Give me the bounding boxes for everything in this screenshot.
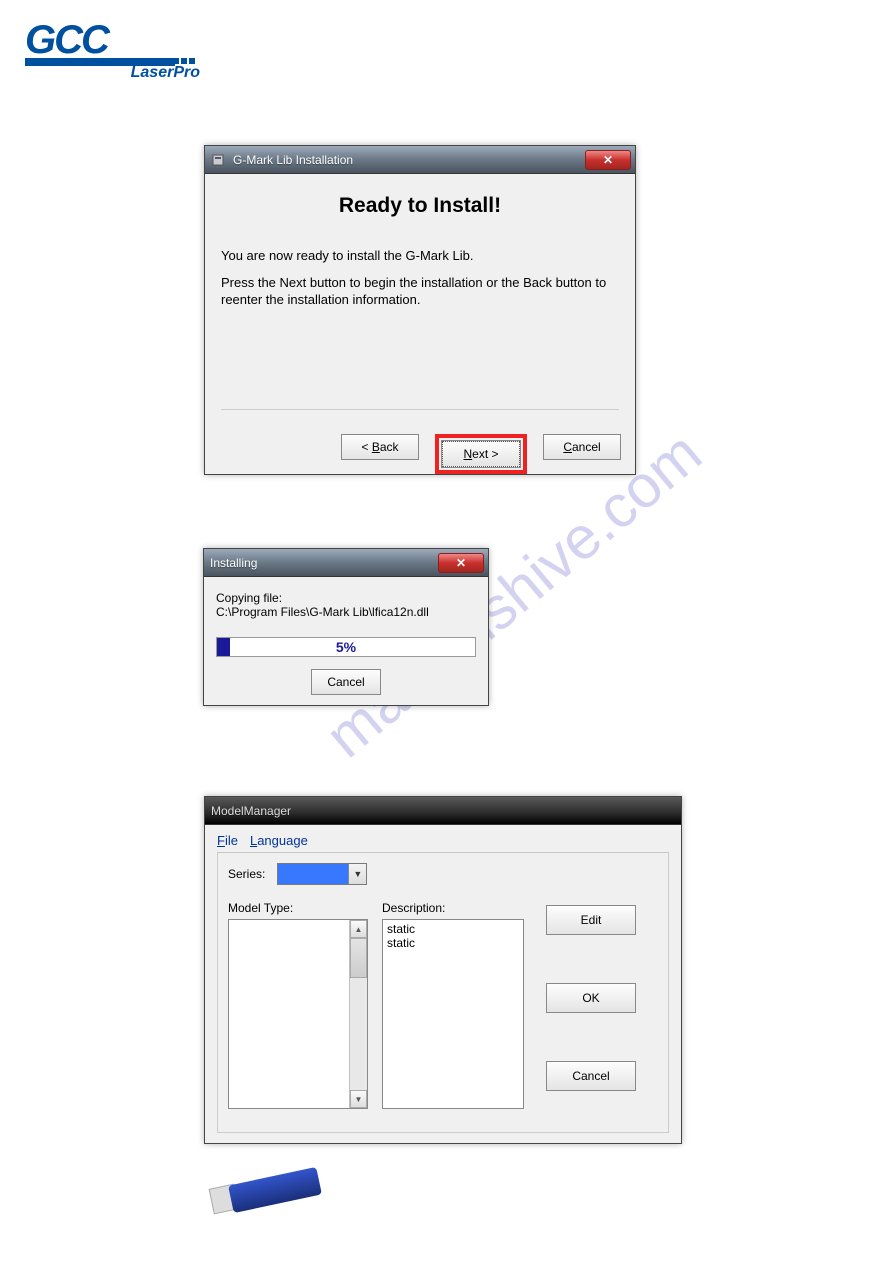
cancel-button[interactable]: Cancel	[546, 1061, 636, 1091]
copying-label: Copying file:	[216, 591, 476, 605]
modelmanager-title: ModelManager	[211, 804, 681, 818]
description-box: static static	[382, 919, 524, 1109]
model-type-label: Model Type:	[228, 901, 368, 915]
logo-sub-text: LaserPro	[25, 64, 200, 82]
chevron-down-icon: ▼	[348, 864, 366, 884]
install-text-1: You are now ready to install the G-Mark …	[221, 248, 619, 265]
description-line-1: static	[387, 922, 519, 936]
logo-bar	[25, 58, 175, 66]
install-text-2: Press the Next button to begin the insta…	[221, 275, 619, 309]
install-heading: Ready to Install!	[221, 194, 619, 218]
copying-file-path: C:\Program Files\G-Mark Lib\lfica12n.dll	[216, 605, 476, 619]
progress-bar: 5%	[216, 637, 476, 657]
model-type-listbox[interactable]: ▲ ▼	[228, 919, 368, 1109]
next-button-label: Next >	[463, 447, 498, 461]
menubar: File Language	[217, 831, 669, 853]
ok-button[interactable]: OK	[546, 983, 636, 1013]
install-dialog-titlebar[interactable]: G-Mark Lib Installation ✕	[205, 146, 635, 174]
close-icon: ✕	[456, 556, 466, 570]
progress-percent: 5%	[217, 638, 475, 656]
close-icon: ✕	[603, 153, 613, 167]
cancel-button[interactable]: Cancel	[311, 669, 381, 695]
modelmanager-dialog: ModelManager File Language Series: ▼ Mod…	[204, 796, 682, 1144]
next-button[interactable]: Next >	[442, 441, 520, 467]
menu-file[interactable]: File	[217, 833, 238, 848]
installer-icon	[211, 152, 227, 168]
series-combobox[interactable]: ▼	[277, 863, 367, 885]
next-button-highlight: Next >	[435, 434, 527, 474]
installing-title: Installing	[210, 556, 438, 570]
back-button-label: < Back	[361, 440, 398, 454]
installing-dialog: Installing ✕ Copying file: C:\Program Fi…	[203, 548, 489, 706]
installing-titlebar[interactable]: Installing ✕	[204, 549, 488, 577]
cancel-button[interactable]: Cancel	[543, 434, 621, 460]
laser-device-image	[205, 1168, 335, 1216]
description-label: Description:	[382, 901, 524, 915]
logo-main-text: GCC	[25, 20, 200, 60]
modelmanager-titlebar[interactable]: ModelManager	[205, 797, 681, 825]
scroll-down-icon[interactable]: ▼	[350, 1090, 367, 1108]
series-label: Series:	[228, 867, 265, 881]
install-dialog-title: G-Mark Lib Installation	[233, 153, 585, 167]
scroll-up-icon[interactable]: ▲	[350, 920, 367, 938]
install-dialog: G-Mark Lib Installation ✕ Ready to Insta…	[204, 145, 636, 475]
cancel-button-label: Cancel	[563, 440, 600, 454]
scroll-thumb[interactable]	[350, 938, 367, 978]
back-button[interactable]: < Back	[341, 434, 419, 460]
separator	[221, 409, 619, 410]
close-button[interactable]: ✕	[585, 150, 631, 170]
menu-language[interactable]: Language	[250, 833, 308, 848]
description-line-2: static	[387, 936, 519, 950]
scrollbar[interactable]: ▲ ▼	[349, 920, 367, 1108]
close-button[interactable]: ✕	[438, 553, 484, 573]
gcc-logo: GCC LaserPro	[25, 20, 200, 82]
edit-button[interactable]: Edit	[546, 905, 636, 935]
